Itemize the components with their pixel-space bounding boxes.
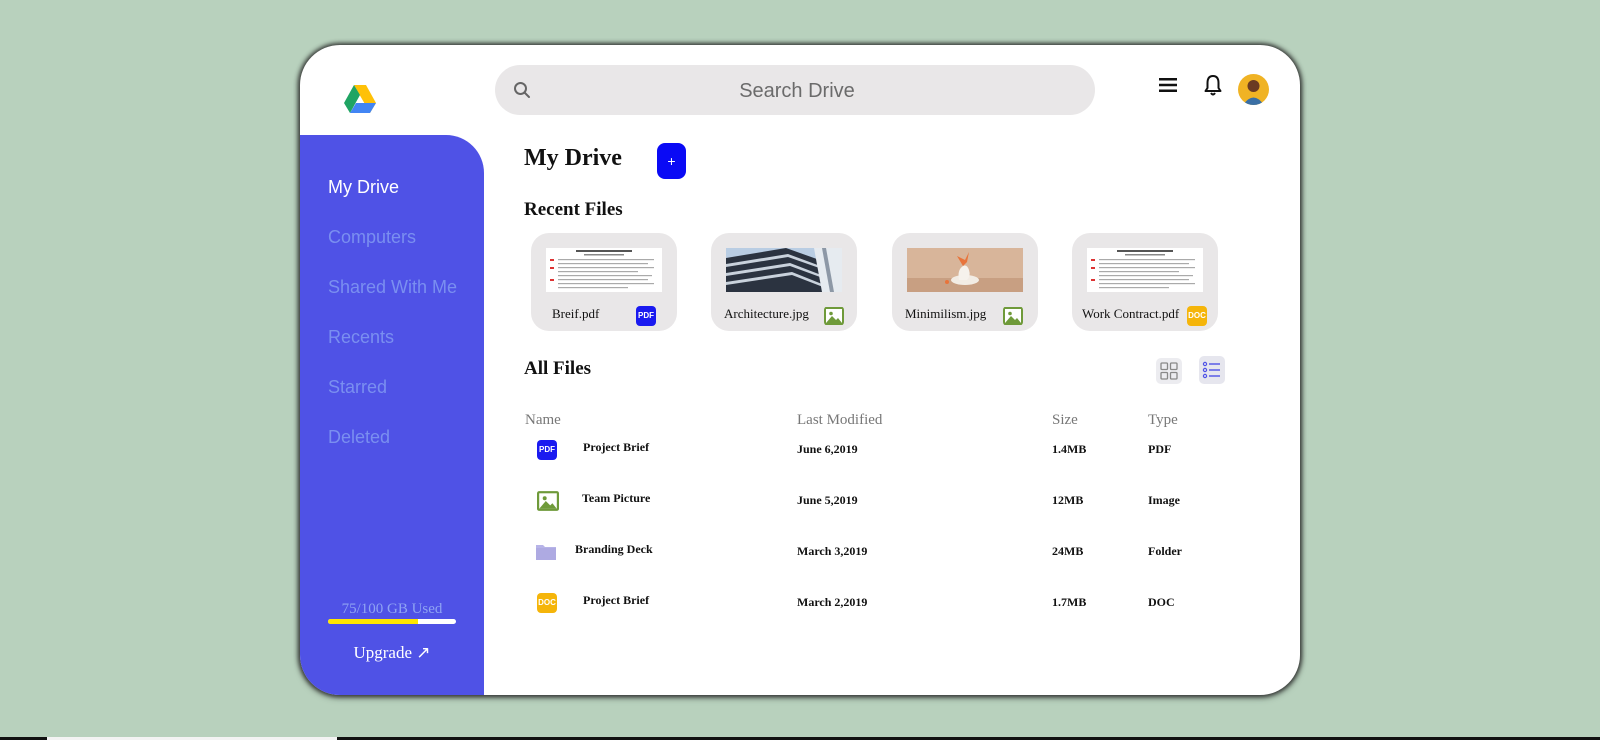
doc-icon: DOC — [537, 593, 557, 613]
bell-icon[interactable] — [1203, 73, 1223, 97]
search-icon — [514, 82, 530, 98]
recent-file-card[interactable]: Minimilism.jpg — [892, 233, 1038, 331]
list-view-button[interactable] — [1199, 356, 1225, 384]
recent-file-card[interactable]: Work Contract.pdf DOC — [1072, 233, 1218, 331]
minimalism-thumbnail — [907, 248, 1023, 292]
file-type: PDF — [1148, 442, 1172, 456]
file-name: Project Brief — [583, 440, 650, 454]
sidebar-item-deleted[interactable]: Deleted — [328, 427, 390, 448]
sidebar-item-shared-with-me[interactable]: Shared With Me — [328, 277, 457, 298]
file-last-modified: March 3,2019 — [797, 544, 868, 558]
recent-files-title: Recent Files — [524, 199, 623, 220]
search-bar[interactable] — [495, 65, 1095, 117]
recent-file-name: Work Contract.pdf — [1082, 306, 1180, 321]
all-files-title: All Files — [524, 358, 592, 379]
search-input[interactable] — [555, 65, 1039, 117]
drive-logo-icon[interactable] — [344, 85, 376, 115]
menu-icon[interactable] — [1158, 76, 1178, 94]
file-size: 12MB — [1052, 493, 1084, 507]
file-last-modified: June 6,2019 — [797, 442, 858, 456]
storage-progress-fill — [328, 619, 418, 624]
file-last-modified: June 5,2019 — [797, 493, 858, 507]
storage-usage-text: 75/100 GB Used — [341, 601, 443, 617]
pdf-badge-icon: PDF — [636, 306, 656, 326]
avatar-person-icon — [1243, 80, 1264, 105]
grid-icon — [1160, 362, 1178, 380]
app-window: My Drive Computers Shared With Me Recent… — [300, 45, 1300, 695]
file-name: Project Brief — [583, 593, 650, 607]
user-avatar[interactable] — [1238, 74, 1269, 105]
storage-progress-bar — [328, 619, 456, 624]
column-header-type[interactable]: Type — [1148, 412, 1178, 429]
file-name: Branding Deck — [575, 542, 653, 556]
sidebar-item-computers[interactable]: Computers — [328, 227, 416, 248]
file-type: DOC — [1148, 595, 1175, 609]
image-icon — [824, 307, 844, 325]
file-size: 1.4MB — [1052, 442, 1087, 456]
add-new-button[interactable]: + — [657, 143, 686, 179]
recent-file-card[interactable]: Breif.pdf PDF — [531, 233, 677, 331]
file-size: 1.7MB — [1052, 595, 1087, 609]
document-thumbnail — [546, 248, 662, 292]
grid-view-button[interactable] — [1156, 358, 1182, 384]
column-header-name[interactable]: Name — [525, 412, 561, 429]
list-icon — [1202, 361, 1220, 379]
document-thumbnail — [1087, 248, 1203, 292]
image-icon — [537, 491, 559, 511]
sidebar-item-starred[interactable]: Starred — [328, 377, 387, 398]
recent-file-name: Architecture.jpg — [724, 306, 809, 321]
sidebar-item-recents[interactable]: Recents — [328, 327, 394, 348]
sidebar-item-my-drive[interactable]: My Drive — [328, 177, 399, 198]
column-header-last-modified[interactable]: Last Modified — [797, 412, 882, 429]
file-type: Folder — [1148, 544, 1182, 558]
doc-badge-icon: DOC — [1187, 306, 1207, 326]
recent-file-card[interactable]: Architecture.jpg — [711, 233, 857, 331]
pdf-icon: PDF — [537, 440, 557, 460]
recent-file-name: Minimilism.jpg — [905, 306, 987, 321]
column-header-size[interactable]: Size — [1052, 412, 1078, 429]
folder-icon — [536, 545, 556, 560]
upgrade-button[interactable]: Upgrade ↗ — [300, 643, 484, 663]
file-name: Team Picture — [582, 491, 651, 505]
recent-file-name: Breif.pdf — [552, 306, 600, 321]
file-type: Image — [1148, 493, 1180, 507]
file-last-modified: March 2,2019 — [797, 595, 868, 609]
page-title: My Drive — [524, 145, 622, 171]
architecture-thumbnail — [726, 248, 842, 292]
sidebar: My Drive Computers Shared With Me Recent… — [300, 135, 484, 695]
image-icon — [1003, 307, 1023, 325]
file-size: 24MB — [1052, 544, 1084, 558]
